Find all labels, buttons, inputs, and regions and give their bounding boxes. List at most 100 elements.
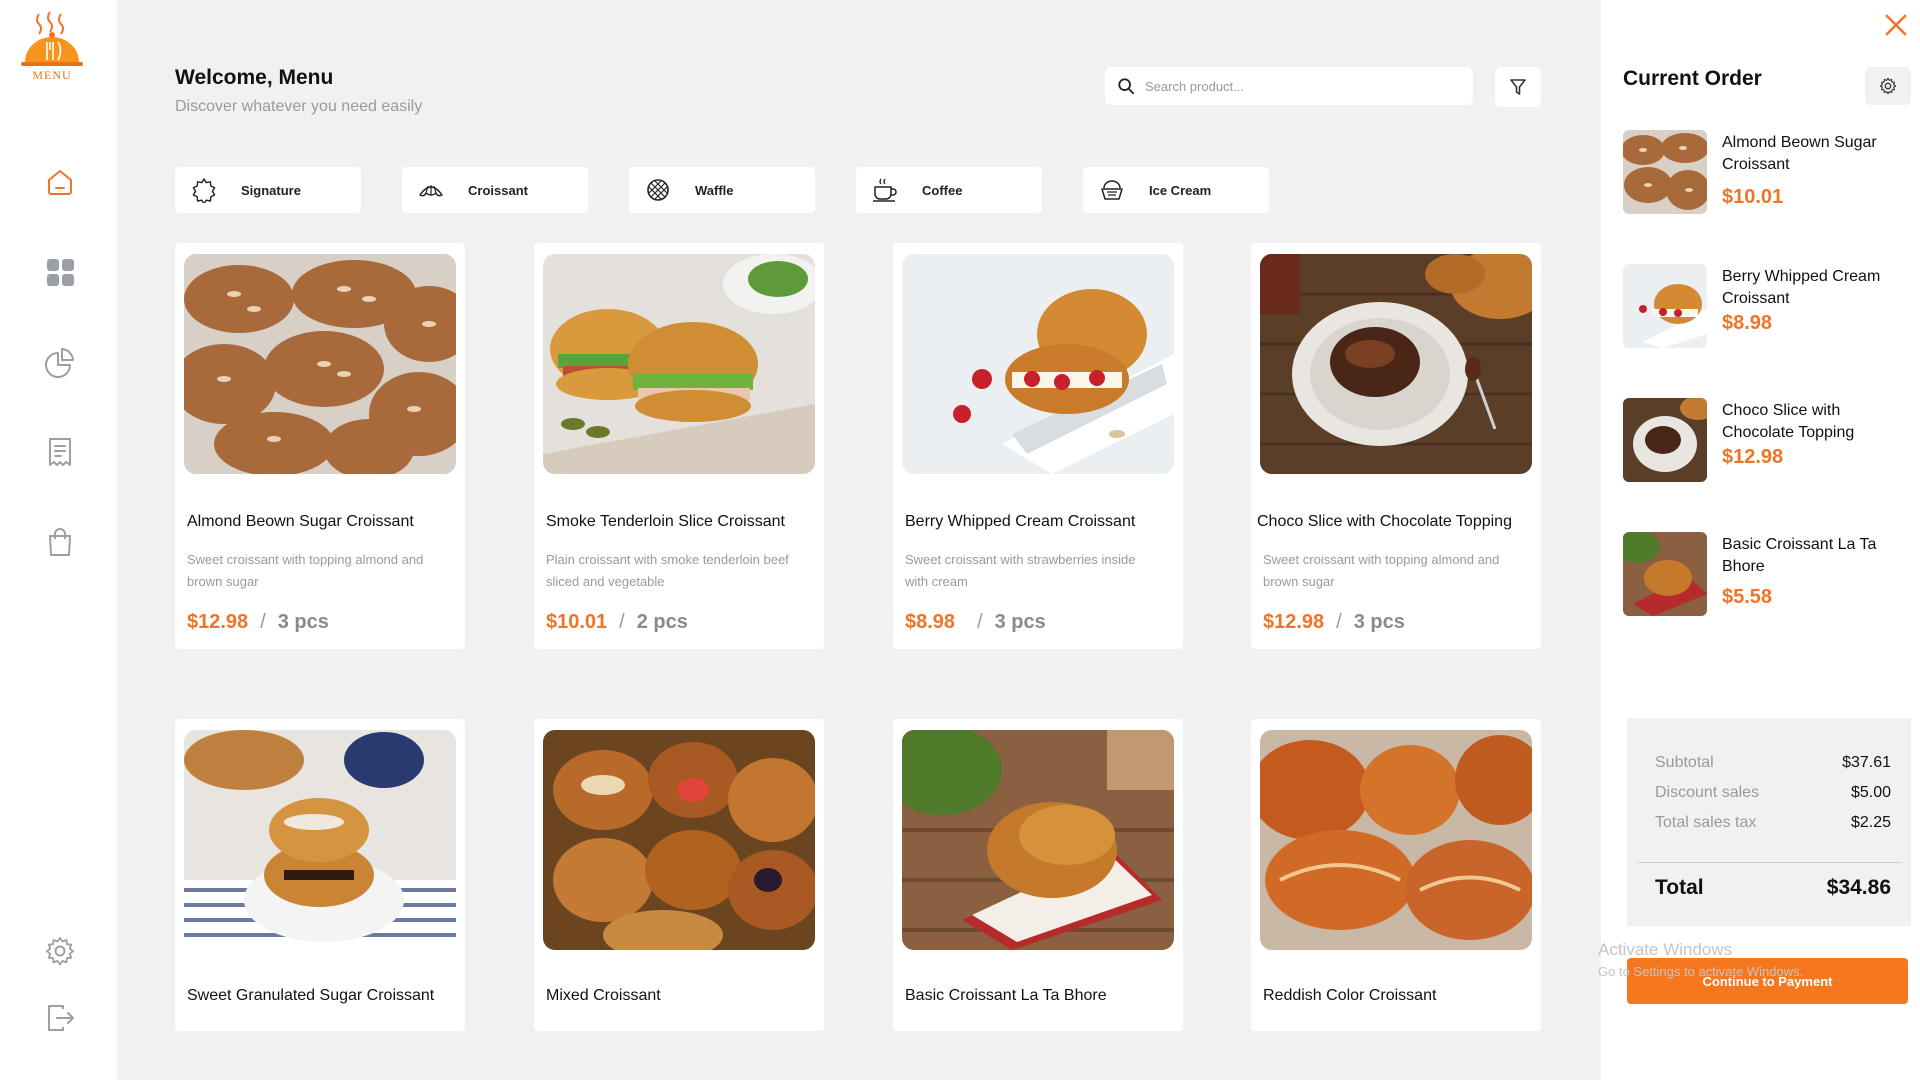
product-price: $12.98 bbox=[1263, 611, 1325, 633]
discount-row: Discount sales $5.00 bbox=[1655, 784, 1891, 802]
category-label: Waffle bbox=[695, 182, 734, 198]
order-item-price: $12.98 bbox=[1722, 446, 1784, 468]
price-separator: / bbox=[977, 611, 983, 633]
tax-value: $2.25 bbox=[1850, 814, 1891, 831]
product-name: Smoke Tenderloin Slice Croissant bbox=[546, 513, 785, 530]
discount-label: Discount sales bbox=[1655, 784, 1760, 801]
product-card[interactable]: Reddish Color Croissant bbox=[1251, 719, 1541, 1031]
category-ice-cream[interactable]: Ice Cream bbox=[1083, 167, 1269, 213]
order-summary: Subtotal $37.61 Discount sales $5.00 Tot… bbox=[1627, 718, 1911, 926]
brand-logo[interactable]: MENU bbox=[12, 10, 92, 90]
product-card[interactable]: Basic Croissant La Ta Bhore bbox=[893, 719, 1183, 1031]
product-image bbox=[1260, 254, 1532, 474]
gear-icon bbox=[1879, 77, 1897, 95]
order-item-name: Almond Beown Sugar Croissant bbox=[1722, 134, 1877, 173]
total-label: Total bbox=[1655, 876, 1704, 899]
product-card[interactable]: Mixed Croissant bbox=[534, 719, 824, 1031]
nav-analytics[interactable] bbox=[40, 342, 80, 382]
nav-logout[interactable] bbox=[40, 998, 80, 1038]
order-item-name: Berry Whipped Cream Croissant bbox=[1722, 268, 1881, 307]
product-description: Sweet croissant with strawberries inside… bbox=[905, 552, 1136, 589]
summary-divider bbox=[1637, 862, 1901, 863]
product-image bbox=[902, 254, 1174, 474]
price-separator: / bbox=[260, 611, 266, 633]
order-item[interactable]: Basic Croissant La Ta Bhore $5.58 bbox=[1623, 532, 1913, 622]
product-name: Choco Slice with Chocolate Topping bbox=[1257, 513, 1512, 530]
price-separator: / bbox=[1336, 611, 1342, 633]
product-price: $12.98 bbox=[187, 611, 249, 633]
main-content: Welcome, Menu Discover whatever you need… bbox=[117, 0, 1601, 1080]
subtotal-label: Subtotal bbox=[1655, 754, 1714, 771]
order-settings-button[interactable] bbox=[1865, 67, 1911, 105]
order-panel: Current Order Almond Beown Sugar Croissa… bbox=[1601, 0, 1920, 1080]
tax-row: Total sales tax $2.25 bbox=[1655, 814, 1891, 832]
product-image bbox=[902, 730, 1174, 950]
nav-dashboard[interactable] bbox=[40, 252, 80, 292]
product-card[interactable]: Sweet Granulated Sugar Croissant bbox=[175, 719, 465, 1031]
order-title: Current Order bbox=[1623, 67, 1762, 90]
product-card[interactable]: Berry Whipped Cream Croissant Sweet croi… bbox=[893, 243, 1183, 649]
product-card[interactable]: Choco Slice with Chocolate Topping Sweet… bbox=[1251, 243, 1541, 649]
product-image bbox=[543, 730, 815, 950]
dashboard-icon bbox=[47, 259, 74, 286]
order-item-price: $10.01 bbox=[1722, 186, 1784, 208]
category-signature[interactable]: Signature bbox=[175, 167, 361, 213]
product-image bbox=[543, 254, 815, 474]
coffee-icon bbox=[873, 178, 897, 202]
order-item-price: $8.98 bbox=[1722, 312, 1773, 334]
category-label: Croissant bbox=[468, 182, 528, 198]
search-input[interactable] bbox=[1145, 78, 1445, 94]
product-name: Mixed Croissant bbox=[546, 987, 661, 1004]
product-card[interactable]: Almond Beown Sugar Croissant Sweet crois… bbox=[175, 243, 465, 649]
product-price: $8.98 bbox=[905, 611, 956, 633]
category-coffee[interactable]: Coffee bbox=[856, 167, 1042, 213]
order-item[interactable]: Almond Beown Sugar Croissant $10.01 bbox=[1623, 130, 1913, 220]
product-card[interactable]: Smoke Tenderloin Slice Croissant Plain c… bbox=[534, 243, 824, 649]
product-price-row: $12.98 / 3 pcs bbox=[187, 611, 329, 634]
product-name: Berry Whipped Cream Croissant bbox=[905, 513, 1136, 530]
category-waffle[interactable]: Waffle bbox=[629, 167, 815, 213]
nav-shop[interactable] bbox=[40, 522, 80, 562]
nav-orders[interactable] bbox=[40, 432, 80, 472]
order-item-thumbnail bbox=[1623, 398, 1707, 482]
search-box[interactable] bbox=[1105, 67, 1473, 105]
pie-chart-icon bbox=[45, 348, 74, 378]
shopping-bag-icon bbox=[49, 528, 71, 556]
receipt-icon bbox=[49, 438, 71, 466]
product-quantity: 3 pcs bbox=[277, 611, 329, 633]
waffle-icon bbox=[647, 179, 669, 201]
croissant-icon bbox=[419, 185, 443, 197]
home-icon bbox=[48, 170, 72, 195]
close-button[interactable] bbox=[1881, 10, 1911, 40]
logout-icon bbox=[48, 1005, 74, 1031]
page-title: Welcome, Menu bbox=[175, 66, 334, 89]
nav-home[interactable] bbox=[40, 162, 80, 202]
order-item-name: Choco Slice with Chocolate Topping bbox=[1722, 402, 1855, 441]
order-item-thumbnail bbox=[1623, 264, 1707, 348]
order-item-price: $5.58 bbox=[1722, 586, 1773, 608]
tax-label: Total sales tax bbox=[1655, 814, 1757, 831]
product-quantity: 3 pcs bbox=[994, 611, 1046, 633]
order-item[interactable]: Choco Slice with Chocolate Topping $12.9… bbox=[1623, 398, 1913, 488]
category-label: Ice Cream bbox=[1149, 182, 1212, 198]
sidebar: MENU bbox=[0, 0, 117, 1080]
filter-button[interactable] bbox=[1495, 67, 1541, 107]
price-separator: / bbox=[619, 611, 625, 633]
product-name: Basic Croissant La Ta Bhore bbox=[905, 987, 1107, 1004]
total-row: Total $34.86 bbox=[1655, 876, 1891, 900]
product-quantity: 2 pcs bbox=[636, 611, 688, 633]
product-price-row: $10.01 / 2 pcs bbox=[546, 611, 688, 634]
close-icon bbox=[1885, 14, 1907, 36]
product-quantity: 3 pcs bbox=[1353, 611, 1405, 633]
os-watermark-subtitle: Go to Settings to activate Windows. bbox=[1598, 964, 1804, 979]
product-name: Almond Beown Sugar Croissant bbox=[187, 513, 414, 530]
logo-text: MENU bbox=[32, 68, 72, 82]
product-description: Sweet croissant with topping almond and … bbox=[1263, 552, 1500, 589]
nav-settings[interactable] bbox=[40, 931, 80, 971]
order-item[interactable]: Berry Whipped Cream Croissant $8.98 bbox=[1623, 264, 1913, 354]
product-price: $10.01 bbox=[546, 611, 608, 633]
order-item-thumbnail bbox=[1623, 130, 1707, 214]
product-image bbox=[184, 254, 456, 474]
order-item-name: Basic Croissant La Ta Bhore bbox=[1722, 536, 1877, 575]
category-croissant[interactable]: Croissant bbox=[402, 167, 588, 213]
